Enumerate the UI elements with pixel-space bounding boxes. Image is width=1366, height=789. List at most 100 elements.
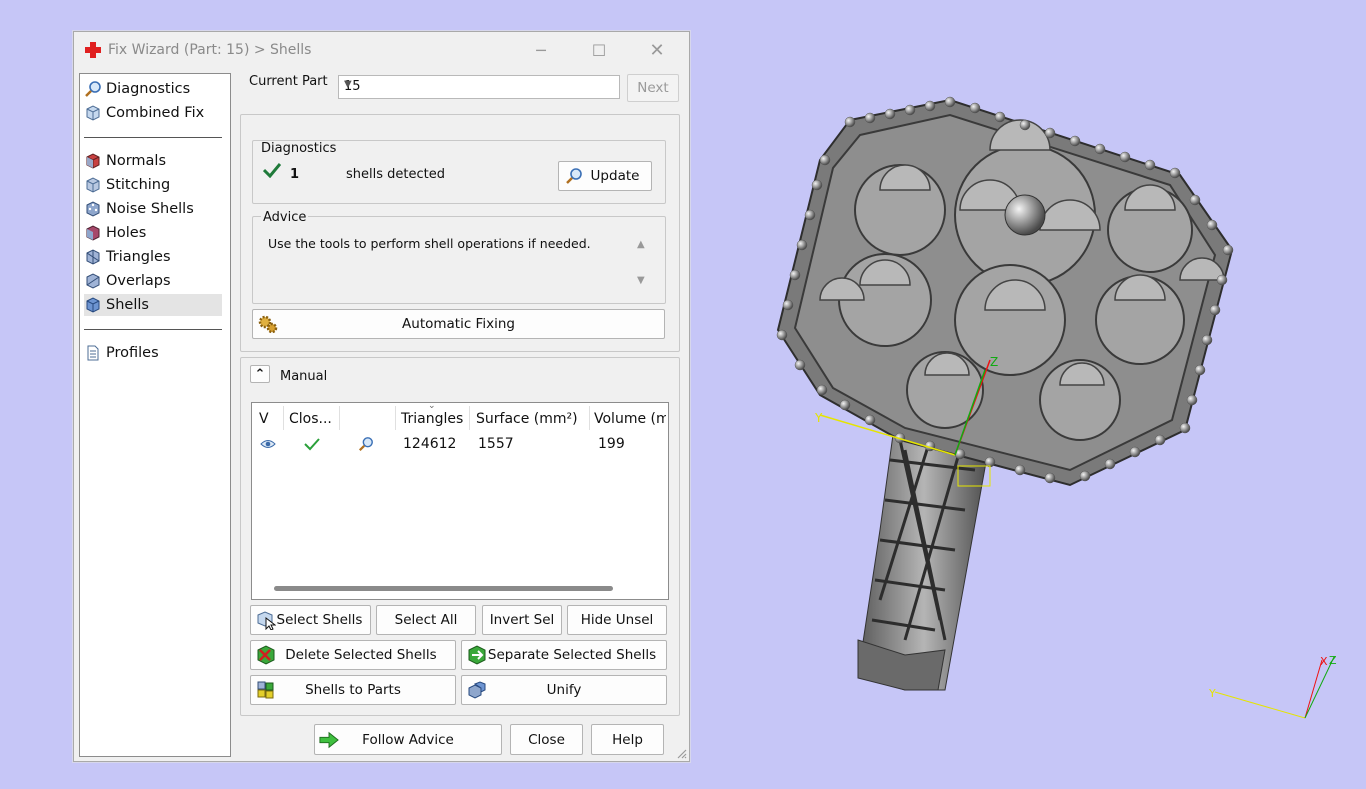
axis-triad: Y X Z [1208, 654, 1337, 719]
close-button[interactable]: Close [510, 724, 583, 755]
update-label: Update [590, 168, 640, 184]
chevron-down-icon: ▼ [344, 79, 352, 90]
document-icon [84, 344, 102, 362]
check-icon [262, 162, 282, 182]
parts-cubes-icon [256, 680, 276, 700]
col-volume[interactable]: Volume (m [594, 407, 666, 431]
sidebar-item-label: Profiles [106, 345, 159, 361]
unify-label: Unify [546, 682, 582, 698]
minimize-button[interactable]: ─ [519, 36, 563, 64]
advice-group [252, 216, 666, 304]
sidebar-item-diagnostics[interactable]: Diagnostics [84, 78, 222, 100]
select-shells-button[interactable]: Select Shells [250, 605, 371, 635]
close-window-button[interactable]: ✕ [635, 36, 679, 64]
cube-noise-icon [84, 200, 102, 218]
automatic-fixing-label: Automatic Fixing [402, 316, 515, 332]
delete-cube-icon [256, 645, 276, 665]
sidebar-item-label: Shells [106, 297, 149, 313]
locate-magnifier-icon[interactable] [358, 434, 374, 454]
advice-text: Use the tools to perform shell operation… [268, 236, 591, 251]
collapse-manual-button[interactable]: ⌃ [250, 365, 270, 383]
red-cross-icon [85, 42, 101, 58]
sidebar-item-label: Combined Fix [106, 105, 205, 121]
window-title: Fix Wizard (Part: 15) > Shells [108, 42, 312, 58]
cube-holes-icon [84, 224, 102, 242]
title-bar[interactable]: Fix Wizard (Part: 15) > Shells ─ ☐ ✕ [74, 32, 689, 68]
automatic-fixing-button[interactable]: Automatic Fixing [252, 309, 665, 339]
cube-overlaps-icon [84, 272, 102, 290]
sidebar-item-label: Stitching [106, 177, 171, 193]
current-part-label: Current Part [249, 74, 328, 89]
sidebar-item-holes[interactable]: Holes [84, 222, 222, 244]
shells-to-parts-label: Shells to Parts [305, 682, 401, 698]
sidebar-item-normals[interactable]: Normals [84, 150, 222, 172]
sort-indicator-icon: ⌄ [428, 401, 436, 411]
follow-advice-button[interactable]: Follow Advice [314, 724, 502, 755]
gizmo-y-label: Y [814, 411, 823, 425]
cursor-select-icon [256, 610, 276, 630]
sidebar-item-profiles[interactable]: Profiles [84, 342, 222, 364]
shell-count: 1 [290, 167, 300, 182]
sidebar-item-label: Holes [106, 225, 147, 241]
magnifier-icon [564, 166, 584, 186]
sidebar-item-combined-fix[interactable]: Combined Fix [84, 102, 222, 124]
gears-icon [258, 314, 278, 334]
horizontal-scrollbar[interactable] [274, 586, 613, 591]
select-all-button[interactable]: Select All [376, 605, 476, 635]
shells-detected-text: shells detected [346, 167, 445, 182]
sidebar-divider [84, 137, 222, 138]
sidebar-item-label: Normals [106, 153, 167, 169]
cube-shells-icon [84, 296, 102, 314]
scroll-down-icon[interactable]: ▼ [637, 275, 645, 286]
column-divider [589, 406, 590, 430]
follow-advice-label: Follow Advice [362, 731, 454, 748]
invert-sel-button[interactable]: Invert Sel [482, 605, 562, 635]
triad-z-label: Z [1329, 654, 1337, 667]
fix-wizard-window: Fix Wizard (Part: 15) > Shells ─ ☐ ✕ Dia… [73, 31, 690, 762]
sidebar: Diagnostics Combined Fix Normals Stitchi… [79, 73, 231, 757]
shells-to-parts-button[interactable]: Shells to Parts [250, 675, 456, 705]
surface-cell: 1557 [478, 436, 514, 452]
col-closed[interactable]: Clos... [289, 407, 332, 431]
triad-y-label: Y [1208, 687, 1216, 700]
hide-unsel-button[interactable]: Hide Unsel [567, 605, 667, 635]
unify-button[interactable]: Unify [461, 675, 667, 705]
sidebar-item-overlaps[interactable]: Overlaps [84, 270, 222, 292]
triad-x-label: X [1320, 655, 1328, 668]
scroll-up-icon[interactable]: ▲ [637, 239, 645, 250]
diagnostics-legend: Diagnostics [261, 141, 337, 156]
sidebar-item-label: Noise Shells [106, 201, 194, 217]
cube-triangles-icon [84, 248, 102, 266]
sidebar-item-shells[interactable]: Shells [84, 294, 222, 316]
next-button[interactable]: Next [627, 74, 679, 102]
separate-cube-icon [467, 645, 487, 665]
column-divider [283, 406, 284, 430]
unify-cubes-icon [467, 680, 487, 700]
column-divider [395, 406, 396, 430]
sidebar-item-stitching[interactable]: Stitching [84, 174, 222, 196]
shells-table: V Clos... Triangles ⌄ Surface (mm²) Volu… [251, 401, 669, 600]
delete-selected-shells-label: Delete Selected Shells [285, 647, 437, 663]
select-shells-label: Select Shells [276, 612, 363, 628]
sidebar-item-noise-shells[interactable]: Noise Shells [84, 198, 222, 220]
closed-check-icon [304, 434, 320, 454]
resize-grip-icon[interactable] [675, 747, 687, 759]
sidebar-item-label: Overlaps [106, 273, 171, 289]
separate-selected-shells-button[interactable]: Separate Selected Shells [461, 640, 667, 670]
col-surface[interactable]: Surface (mm²) [476, 407, 578, 431]
triangles-cell: 124612 [403, 436, 457, 452]
column-divider [339, 406, 340, 430]
delete-selected-shells-button[interactable]: Delete Selected Shells [250, 640, 456, 670]
maximize-button[interactable]: ☐ [577, 36, 621, 64]
manual-label: Manual [280, 369, 328, 384]
eye-icon[interactable] [260, 434, 276, 454]
update-button[interactable]: Update [558, 161, 652, 191]
cube-icon [84, 104, 102, 122]
cube-red-icon [84, 152, 102, 170]
help-button[interactable]: Help [591, 724, 664, 755]
sidebar-item-label: Triangles [106, 249, 171, 265]
current-part-select[interactable]: 15 ▼ [338, 75, 620, 99]
col-v[interactable]: V [259, 407, 269, 431]
column-divider [469, 406, 470, 430]
sidebar-item-triangles[interactable]: Triangles [84, 246, 222, 268]
